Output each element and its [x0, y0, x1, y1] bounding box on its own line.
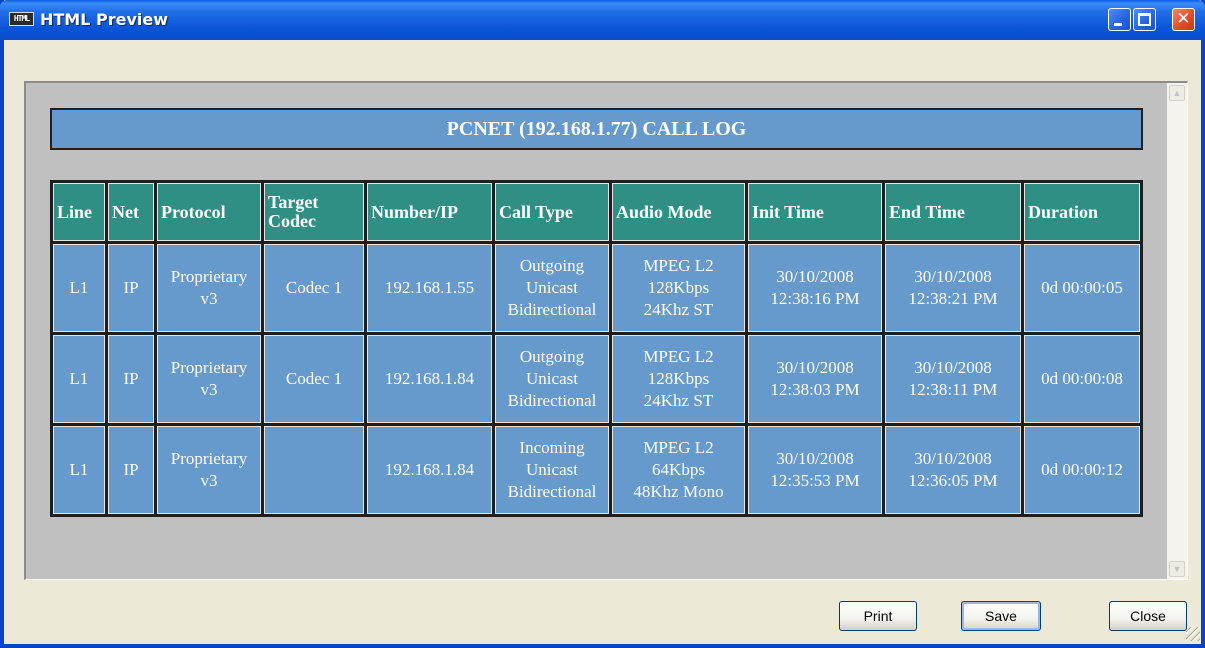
cell-end-time: 30/10/2008 12:38:11 PM [885, 335, 1021, 423]
vertical-scrollbar[interactable]: ▲ ▼ [1167, 83, 1187, 579]
cell-protocol: Proprietary v3 [157, 335, 261, 423]
report-title: PCNET (192.168.1.77) CALL LOG [51, 109, 1142, 149]
resize-grip-icon[interactable] [1186, 627, 1200, 641]
window-close-button[interactable]: ✕ [1172, 8, 1195, 31]
cell-target-codec [264, 426, 364, 514]
cell-line: L1 [53, 244, 105, 332]
minimize-button[interactable] [1108, 8, 1131, 31]
cell-end-time: 30/10/2008 12:38:21 PM [885, 244, 1021, 332]
table-row: L1 IP Proprietary v3 192.168.1.84 Incomin… [53, 426, 1140, 514]
cell-end-time: 30/10/2008 12:36:05 PM [885, 426, 1021, 514]
cell-duration: 0d 00:00:12 [1024, 426, 1140, 514]
cell-call-type: Outgoing Unicast Bidirectional [495, 244, 609, 332]
cell-call-type: Outgoing Unicast Bidirectional [495, 335, 609, 423]
cell-init-time: 30/10/2008 12:35:53 PM [748, 426, 882, 514]
report-title-banner: PCNET (192.168.1.77) CALL LOG [50, 108, 1143, 150]
header-duration: Duration [1024, 183, 1140, 241]
table-header-row: Line Net Protocol Target Codec Number/IP… [53, 183, 1140, 241]
maximize-icon [1138, 13, 1151, 26]
header-init-time: Init Time [748, 183, 882, 241]
cell-number-ip: 192.168.1.84 [367, 335, 492, 423]
cell-call-type: Incoming Unicast Bidirectional [495, 426, 609, 514]
cell-number-ip: 192.168.1.55 [367, 244, 492, 332]
cell-target-codec: Codec 1 [264, 335, 364, 423]
scroll-up-icon[interactable]: ▲ [1169, 85, 1185, 101]
close-button[interactable]: Close [1109, 601, 1187, 631]
header-net: Net [108, 183, 154, 241]
cell-protocol: Proprietary v3 [157, 244, 261, 332]
header-target-codec: Target Codec [264, 183, 364, 241]
cell-audio-mode: MPEG L2 128Kbps 24Khz ST [612, 335, 745, 423]
cell-line: L1 [53, 426, 105, 514]
save-button[interactable]: Save [961, 601, 1041, 631]
header-line: Line [53, 183, 105, 241]
cell-net: IP [108, 244, 154, 332]
maximize-button[interactable] [1133, 8, 1156, 31]
header-number-ip: Number/IP [367, 183, 492, 241]
table-row: L1 IP Proprietary v3 Codec 1 192.168.1.55… [53, 244, 1140, 332]
header-end-time: End Time [885, 183, 1021, 241]
close-icon: ✕ [1176, 9, 1191, 29]
preview-content-area[interactable]: PCNET (192.168.1.77) CALL LOG Line Net P… [24, 81, 1188, 580]
cell-audio-mode: MPEG L2 64Kbps 48Khz Mono [612, 426, 745, 514]
html-app-icon: HTML [9, 12, 34, 26]
minimize-icon [1114, 23, 1122, 26]
cell-target-codec: Codec 1 [264, 244, 364, 332]
print-button[interactable]: Print [839, 601, 917, 631]
scroll-down-icon[interactable]: ▼ [1169, 561, 1185, 577]
cell-net: IP [108, 426, 154, 514]
call-log-table: Line Net Protocol Target Codec Number/IP… [50, 180, 1143, 517]
cell-audio-mode: MPEG L2 128Kbps 24Khz ST [612, 244, 745, 332]
header-call-type: Call Type [495, 183, 609, 241]
cell-number-ip: 192.168.1.84 [367, 426, 492, 514]
table-row: L1 IP Proprietary v3 Codec 1 192.168.1.84… [53, 335, 1140, 423]
cell-duration: 0d 00:00:05 [1024, 244, 1140, 332]
cell-net: IP [108, 335, 154, 423]
cell-init-time: 30/10/2008 12:38:16 PM [748, 244, 882, 332]
cell-protocol: Proprietary v3 [157, 426, 261, 514]
header-audio-mode: Audio Mode [612, 183, 745, 241]
title-bar[interactable]: HTML HTML Preview ✕ [0, 0, 1205, 40]
window-title: HTML Preview [40, 10, 169, 29]
cell-line: L1 [53, 335, 105, 423]
header-protocol: Protocol [157, 183, 261, 241]
cell-init-time: 30/10/2008 12:38:03 PM [748, 335, 882, 423]
cell-duration: 0d 00:00:08 [1024, 335, 1140, 423]
